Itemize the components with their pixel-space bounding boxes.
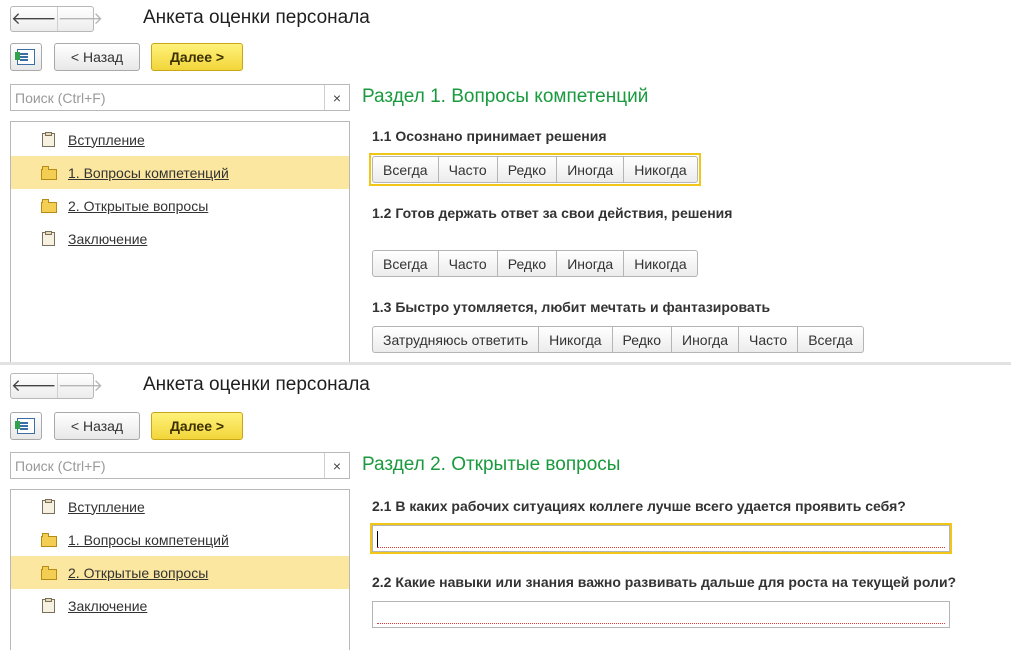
option-button[interactable]: Затрудняюсь ответить (372, 326, 540, 353)
search-box: × (10, 84, 350, 111)
tree-item-competencies[interactable]: 1. Вопросы компетенций (11, 523, 349, 556)
tree-item-intro[interactable]: Вступление (11, 490, 349, 523)
option-button[interactable]: Редко (497, 156, 558, 183)
answer-field-2-1[interactable] (370, 523, 952, 554)
window-title: Анкета оценки персонала (143, 374, 370, 395)
search-input[interactable] (11, 453, 324, 478)
tree-item-label: Вступление (68, 498, 145, 515)
tree-item-open-questions[interactable]: 2. Открытые вопросы (11, 189, 349, 222)
form-icon (15, 49, 35, 65)
option-button[interactable]: Иногда (672, 326, 740, 353)
answer-group-1-1: Всегда Часто Редко Иногда Никогда (369, 153, 701, 186)
page-icon (41, 131, 58, 148)
folder-icon (41, 565, 58, 581)
tree-item-intro[interactable]: Вступление (11, 123, 349, 156)
option-button[interactable]: Часто (739, 326, 799, 353)
back-arrow-icon[interactable]: 🡐 (11, 7, 58, 31)
answer-group-1-2: Всегда Часто Редко Иногда Никогда (372, 250, 698, 277)
question-1-3: 1.3 Быстро утомляется, любит мечтать и ф… (372, 299, 771, 315)
search-input[interactable] (11, 85, 324, 110)
option-button[interactable]: Никогда (624, 156, 698, 183)
question-1-2: 1.2 Готов держать ответ за свои действия… (372, 205, 733, 221)
tree-item-label: 2. Открытые вопросы (68, 564, 209, 581)
text-caret (377, 531, 378, 547)
folder-icon (41, 198, 58, 214)
tree-item-label: Заключение (68, 230, 148, 247)
history-nav: 🡐 🡒 (10, 373, 103, 399)
tree-item-label: Заключение (68, 597, 148, 614)
forward-arrow-icon[interactable]: 🡒 (58, 7, 104, 31)
window-title: Анкета оценки персонала (143, 7, 370, 28)
back-button[interactable]: < Назад (54, 43, 140, 71)
next-button[interactable]: Далее > (151, 412, 243, 440)
history-nav: 🡐 🡒 (10, 6, 103, 32)
page-icon (41, 597, 58, 614)
option-button[interactable]: Часто (438, 156, 498, 183)
option-button[interactable]: Всегда (798, 326, 864, 353)
forward-arrow-icon[interactable]: 🡒 (58, 374, 104, 398)
next-button[interactable]: Далее > (151, 43, 243, 71)
option-button[interactable]: Иногда (557, 156, 625, 183)
question-1-1: 1.1 Осознано принимает решения (372, 128, 607, 144)
screen-1: 🡐 🡒 Анкета оценки персонала < Назад Дале… (0, 0, 1011, 362)
option-button[interactable]: Всегда (372, 156, 439, 183)
question-2-1: 2.1 В каких рабочих ситуациях коллеге лу… (372, 498, 906, 514)
option-button[interactable]: Никогда (539, 326, 613, 353)
form-icon (15, 418, 35, 434)
option-button[interactable]: Всегда (372, 250, 439, 277)
answer-group-1-3: Затрудняюсь ответить Никогда Редко Иногд… (372, 326, 864, 353)
question-2-2: 2.2 Какие навыки или знания важно развив… (372, 574, 957, 590)
back-arrow-icon[interactable]: 🡐 (11, 374, 58, 398)
form-settings-button[interactable] (10, 412, 42, 440)
tree-item-competencies[interactable]: 1. Вопросы компетенций (11, 156, 349, 189)
sections-tree: Вступление 1. Вопросы компетенций 2. Отк… (10, 489, 350, 650)
tree-item-label: 2. Открытые вопросы (68, 197, 209, 214)
tree-item-label: 1. Вопросы компетенций (68, 164, 229, 181)
search-box: × (10, 452, 350, 479)
option-button[interactable]: Редко (497, 250, 558, 277)
answer-field-2-2[interactable] (372, 601, 950, 628)
option-button[interactable]: Часто (438, 250, 498, 277)
page-icon (41, 498, 58, 515)
option-button[interactable]: Иногда (557, 250, 625, 277)
back-button[interactable]: < Назад (54, 412, 140, 440)
option-button[interactable]: Никогда (624, 250, 698, 277)
tree-item-label: Вступление (68, 131, 145, 148)
tree-item-label: 1. Вопросы компетенций (68, 531, 229, 548)
page-icon (41, 230, 58, 247)
section-title: Раздел 1. Вопросы компетенций (362, 86, 649, 107)
clear-icon[interactable]: × (324, 85, 349, 110)
section-title: Раздел 2. Открытые вопросы (362, 454, 621, 475)
sections-tree: Вступление 1. Вопросы компетенций 2. Отк… (10, 121, 350, 362)
screen-2: 🡐 🡒 Анкета оценки персонала < Назад Дале… (0, 365, 1011, 650)
form-settings-button[interactable] (10, 43, 42, 71)
option-button[interactable]: Редко (612, 326, 672, 353)
folder-icon (41, 532, 58, 548)
folder-icon (41, 165, 58, 181)
tree-item-open-questions[interactable]: 2. Открытые вопросы (11, 556, 349, 589)
tree-item-conclusion[interactable]: Заключение (11, 589, 349, 622)
clear-icon[interactable]: × (324, 453, 349, 478)
tree-item-conclusion[interactable]: Заключение (11, 222, 349, 255)
